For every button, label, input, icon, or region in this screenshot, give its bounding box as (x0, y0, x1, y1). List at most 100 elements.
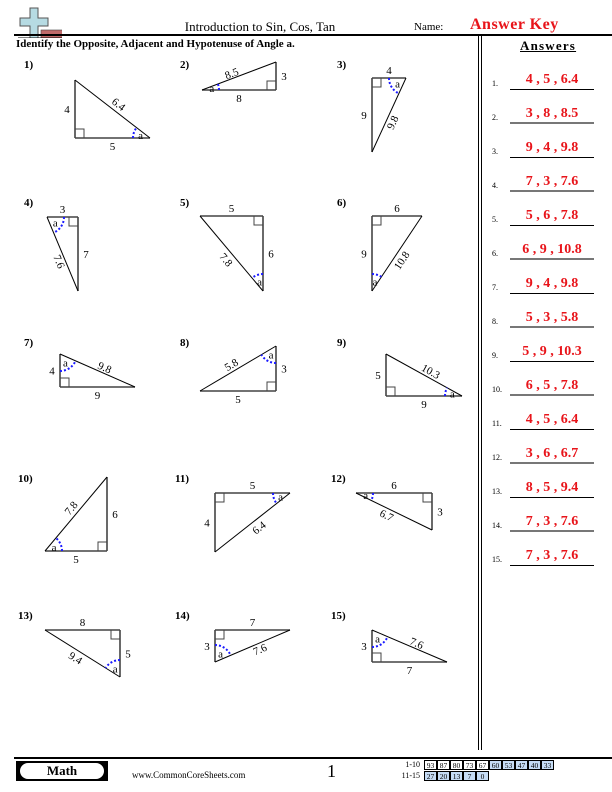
problem-number: 4) (24, 197, 34, 209)
answer-row: 1. 4 , 5 , 6.4 (492, 70, 602, 90)
hypotenuse (199, 215, 264, 292)
problem-number: 15) (331, 610, 346, 622)
angle-arc-mark (216, 83, 220, 91)
answer-row: 15. 7 , 3 , 7.6 (492, 546, 602, 566)
vertical-side-label: 5 (125, 649, 131, 661)
hypotenuse-label: 10.8 (392, 249, 413, 272)
problem-number: 11) (175, 473, 190, 485)
answer-value: 8 , 5 , 9.4 (525, 480, 579, 495)
answer-number: 8. (492, 317, 498, 326)
footer-rule (14, 757, 612, 759)
score-cell: 73 (463, 760, 476, 770)
answer-number: 14. (492, 521, 502, 530)
vertical-side-label: 7 (83, 249, 89, 261)
vertical-side-label: 3 (361, 641, 367, 653)
answer-row: 4. 7 , 3 , 7.6 (492, 172, 602, 192)
angle-a-label: a (138, 130, 143, 142)
vertical-side-label: 9 (361, 249, 367, 261)
answer-value: 3 , 8 , 8.5 (525, 106, 579, 121)
horizontal-side-label: 5 (229, 203, 235, 215)
score-cell: 20 (437, 771, 450, 781)
answer-number: 10. (492, 385, 502, 394)
right-angle-mark (386, 386, 396, 396)
vertical-side-label: 3 (204, 641, 210, 653)
vertical-side-label: 9 (361, 110, 367, 122)
score-cell: 7 (463, 771, 476, 781)
answer-value: 5 , 3 , 5.8 (525, 310, 579, 325)
vertical-side-label: 4 (64, 104, 70, 116)
right-angle-mark (266, 80, 276, 90)
horizontal-side-label: 7 (250, 617, 256, 629)
right-angle-mark (68, 217, 78, 227)
answer-row: 9. 5 , 9 , 10.3 (492, 342, 602, 362)
score-cell: 60 (489, 760, 502, 770)
right-angle-mark (253, 216, 263, 226)
angle-a-label: a (363, 490, 368, 502)
hypotenuse-label: 7.6 (50, 253, 67, 271)
answer-value: 4 , 5 , 6.4 (525, 72, 579, 87)
angle-a-label: a (257, 277, 262, 289)
answer-number: 5. (492, 215, 498, 224)
subject-label: Math (20, 763, 104, 779)
hypotenuse (371, 215, 423, 292)
angle-a-label: a (395, 78, 400, 90)
problem-number: 13) (18, 610, 33, 622)
problem-number: 6) (337, 197, 347, 209)
problem-number: 10) (18, 473, 33, 485)
answer-row: 14. 7 , 3 , 7.6 (492, 512, 602, 532)
horizontal-side-label: 5 (110, 141, 116, 153)
score-cell: 53 (502, 760, 515, 770)
site-link[interactable]: www.CommonCoreSheets.com (132, 770, 245, 780)
problem-number: 7) (24, 337, 34, 349)
right-angle-mark (215, 493, 225, 503)
answer-value: 5 , 9 , 10.3 (522, 344, 582, 359)
answer-number: 9. (492, 351, 498, 360)
vertical-side-label: 4 (204, 518, 210, 530)
answer-row: 5. 5 , 6 , 7.8 (492, 206, 602, 226)
answer-blank-line (510, 394, 594, 396)
vertical-side-label: 3 (281, 71, 287, 83)
horizontal-side-label: 7 (407, 665, 413, 677)
answer-value: 4 , 5 , 6.4 (525, 412, 579, 427)
answer-value: 7 , 3 , 7.6 (525, 548, 579, 563)
problem-number: 8) (180, 337, 190, 349)
hypotenuse-label: 8.5 (223, 66, 241, 82)
right-angle-mark (372, 216, 382, 226)
score-row-label: 1-10 (405, 760, 420, 769)
horizontal-side-label: 9 (95, 390, 101, 402)
vertical-side-label: 6 (268, 249, 274, 261)
vertical-side-label: 3 (437, 507, 443, 519)
answer-row: 7. 9 , 4 , 9.8 (492, 274, 602, 294)
score-cell: 33 (541, 760, 554, 770)
horizontal-side-label: 8 (80, 617, 86, 629)
horizontal-side-label: 6 (394, 203, 400, 215)
problem-number: 14) (175, 610, 190, 622)
answer-number: 1. (492, 79, 498, 88)
answer-row: 6. 6 , 9 , 10.8 (492, 240, 602, 260)
answer-value: 3 , 6 , 6.7 (525, 446, 579, 461)
horizontal-side-label: 5 (235, 394, 241, 406)
right-angle-mark (60, 377, 70, 387)
angle-arc-mark (444, 387, 449, 397)
answer-number: 7. (492, 283, 498, 292)
horizontal-side-label: 5 (73, 554, 79, 566)
hypotenuse (371, 77, 407, 153)
score-cell: 27 (424, 771, 437, 781)
score-cell: 47 (515, 760, 528, 770)
answer-row: 2. 3 , 8 , 8.5 (492, 104, 602, 124)
answer-row: 13. 8 , 5 , 9.4 (492, 478, 602, 498)
angle-a-label: a (52, 542, 57, 554)
right-angle-mark (372, 78, 382, 88)
problem-number: 9) (337, 337, 347, 349)
angle-a-label: a (269, 350, 274, 362)
answer-value: 9 , 4 , 9.8 (525, 276, 579, 291)
answer-blank-line (510, 157, 594, 158)
horizontal-side-label: 6 (391, 480, 397, 492)
answer-blank-line (510, 361, 594, 362)
answer-number: 3. (492, 147, 498, 156)
score-cell: 93 (424, 760, 437, 770)
right-angle-mark (97, 541, 107, 551)
score-cell: 87 (437, 760, 450, 770)
answer-blank-line (510, 258, 594, 260)
angle-arc-mark (55, 537, 63, 552)
